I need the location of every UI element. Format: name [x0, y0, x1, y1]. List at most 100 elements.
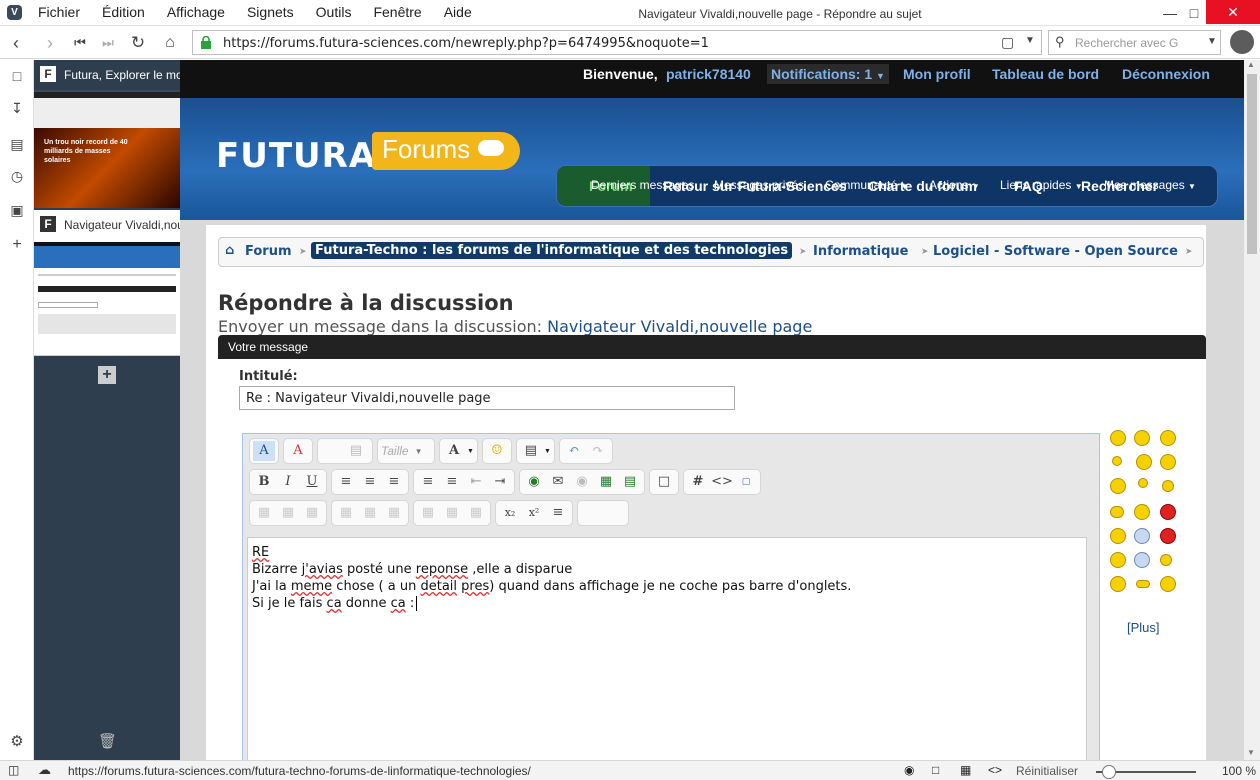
menu-fenetre[interactable]: Fenêtre [373, 4, 421, 20]
smiley-icon[interactable] [1110, 506, 1124, 518]
tab-futura[interactable]: F Futura, Explorer le monde Un trou noir … [34, 60, 180, 208]
ordered-list-icon[interactable]: ≡ [417, 472, 439, 492]
smiley-icon[interactable] [1110, 576, 1126, 592]
underline-icon[interactable]: U [301, 472, 323, 492]
smiley-icon[interactable] [1160, 554, 1172, 566]
col-delete-icon[interactable]: ▦ [465, 503, 487, 523]
breadcrumb-informatique[interactable]: Informatique [813, 244, 908, 259]
home-icon[interactable]: ⌂ [158, 31, 182, 55]
code-icon[interactable]: <> [711, 472, 733, 492]
cut-icon[interactable] [321, 441, 343, 461]
profile-link[interactable]: Mon profil [903, 66, 971, 82]
tile-icon[interactable]: □ [932, 763, 939, 777]
new-tab-button[interactable]: + [98, 366, 116, 384]
table-delete-icon[interactable]: ▦ [301, 503, 323, 523]
row-insert-below-icon[interactable]: ▦ [359, 503, 381, 523]
unlink-icon[interactable]: ◉ [571, 472, 593, 492]
align-right-icon[interactable]: ≡ [383, 472, 405, 492]
image-toggle-icon[interactable]: ▦ [960, 763, 971, 777]
align-center-icon[interactable]: ≡ [359, 472, 381, 492]
search-engine-dropdown-icon[interactable]: ▼ [1207, 36, 1217, 47]
col-insert-right-icon[interactable]: ▦ [441, 503, 463, 523]
hash-icon[interactable]: # [687, 472, 709, 492]
smiley-icon[interactable] [1112, 456, 1122, 466]
align-left-icon[interactable]: ≡ [335, 472, 357, 492]
logout-link[interactable]: Déconnexion [1122, 66, 1210, 82]
menu-fichier[interactable]: Fichier [38, 4, 80, 20]
tab-vivaldi-reply[interactable]: F Navigateur Vivaldi,nouvelle page [34, 210, 180, 356]
smiley-icon[interactable] [1136, 454, 1152, 470]
quote-icon[interactable]: □ [653, 472, 675, 492]
smiley-icon[interactable] [1136, 580, 1150, 588]
smiley-icon[interactable] [1110, 430, 1126, 446]
row-delete-icon[interactable]: ▦ [383, 503, 405, 523]
scroll-down-icon[interactable]: ▼ [1247, 748, 1255, 757]
breadcrumb-forum[interactable]: Forum [245, 244, 292, 259]
zoom-slider-handle[interactable] [1102, 765, 1116, 779]
forums-logo[interactable]: Forums [372, 132, 520, 170]
email-icon[interactable]: ✉ [547, 472, 569, 492]
username-link[interactable]: patrick78140 [666, 66, 751, 82]
subnav-mes-messages[interactable]: Mes messages ▼ [1104, 178, 1196, 192]
fast-forward-icon[interactable]: ⏭ [96, 31, 120, 55]
smiley-icon[interactable] [1134, 552, 1150, 568]
window-panel-icon[interactable]: ▣ [8, 202, 26, 220]
subnav-communaute[interactable]: Communauté ▼ [825, 178, 908, 192]
add-panel-icon[interactable]: + [8, 236, 26, 254]
table-icon[interactable]: ▦ [253, 503, 275, 523]
notifications-dropdown[interactable]: Notifications: 1 ▼ [767, 64, 889, 84]
php-icon[interactable]: ▢ [735, 472, 757, 492]
trash-icon[interactable]: 🗑 [98, 732, 117, 750]
page-actions-icon[interactable]: <> [988, 763, 1002, 777]
cloud-icon[interactable]: ☁ [38, 762, 51, 778]
futura-logo[interactable]: FUTURA [216, 136, 376, 176]
smiley-icon[interactable] [1134, 430, 1150, 446]
thread-link[interactable]: Navigateur Vivaldi,nouvelle page [547, 317, 812, 336]
menu-outils[interactable]: Outils [316, 4, 352, 20]
font-size-select[interactable]: Taille [381, 444, 409, 458]
message-textarea[interactable]: RE Bizarre j'avias posté une reponse ,el… [247, 537, 1087, 760]
address-bar[interactable]: https://forums.futura-sciences.com/newre… [192, 30, 1042, 55]
more-smilies-link[interactable]: [Plus] [1127, 620, 1160, 635]
vivaldi-logo-icon[interactable]: V [7, 5, 22, 20]
image-icon[interactable]: ▦ [595, 472, 617, 492]
chevron-down-icon[interactable]: ▼ [1025, 35, 1035, 46]
font-color-icon[interactable]: A [443, 441, 465, 461]
horizontal-rule-icon[interactable]: ≡ [547, 503, 569, 523]
panel-toggle-icon[interactable]: ◫ [8, 763, 19, 777]
video-icon[interactable]: ▤ [619, 472, 641, 492]
reload-icon[interactable]: ↻ [126, 31, 150, 55]
home-icon[interactable]: ⌂ [225, 243, 234, 258]
subscript-icon[interactable]: x₂ [499, 503, 521, 523]
attachment-icon[interactable]: ▤ [520, 441, 542, 461]
smiley-icon[interactable] [1110, 552, 1126, 568]
scroll-up-icon[interactable]: ▲ [1247, 60, 1255, 69]
smiley-icon[interactable] [1138, 478, 1148, 488]
scrollbar-thumb[interactable] [1247, 74, 1257, 254]
close-icon[interactable]: ✕ [1206, 0, 1260, 24]
camera-icon[interactable]: ◉ [904, 763, 914, 777]
notes-icon[interactable]: ▤ [8, 136, 26, 154]
smiley-icon[interactable] [1110, 528, 1126, 544]
subnav-actions[interactable]: Actions ▼ [929, 178, 980, 192]
breadcrumb-logiciel[interactable]: Logiciel - Software - Open Source [933, 244, 1178, 259]
settings-gear-icon[interactable]: ⚙ [8, 732, 26, 750]
menu-edition[interactable]: Édition [102, 4, 145, 20]
smiley-icon[interactable] [1162, 480, 1174, 492]
zoom-reset-button[interactable]: Réinitialiser [1016, 764, 1078, 778]
link-icon[interactable]: ◉ [523, 472, 545, 492]
smiley-icon[interactable] [1160, 576, 1176, 592]
col-insert-left-icon[interactable]: ▦ [417, 503, 439, 523]
menu-signets[interactable]: Signets [247, 4, 294, 20]
menu-affichage[interactable]: Affichage [167, 4, 225, 20]
redo-icon[interactable]: ↷ [587, 441, 609, 461]
menu-aide[interactable]: Aide [444, 4, 472, 20]
search-input[interactable]: ⚲ Rechercher avec G ▼ [1048, 30, 1221, 55]
outdent-icon[interactable]: ⇤ [465, 472, 487, 492]
remove-format-icon[interactable]: A [287, 441, 309, 461]
paste-icon[interactable]: ▤ [345, 441, 367, 461]
devil-smiley-icon[interactable] [1160, 528, 1176, 544]
smiley-icon[interactable] [1160, 454, 1176, 470]
devil-smiley-icon[interactable] [1160, 504, 1176, 520]
back-icon[interactable]: ‹ [4, 31, 28, 55]
